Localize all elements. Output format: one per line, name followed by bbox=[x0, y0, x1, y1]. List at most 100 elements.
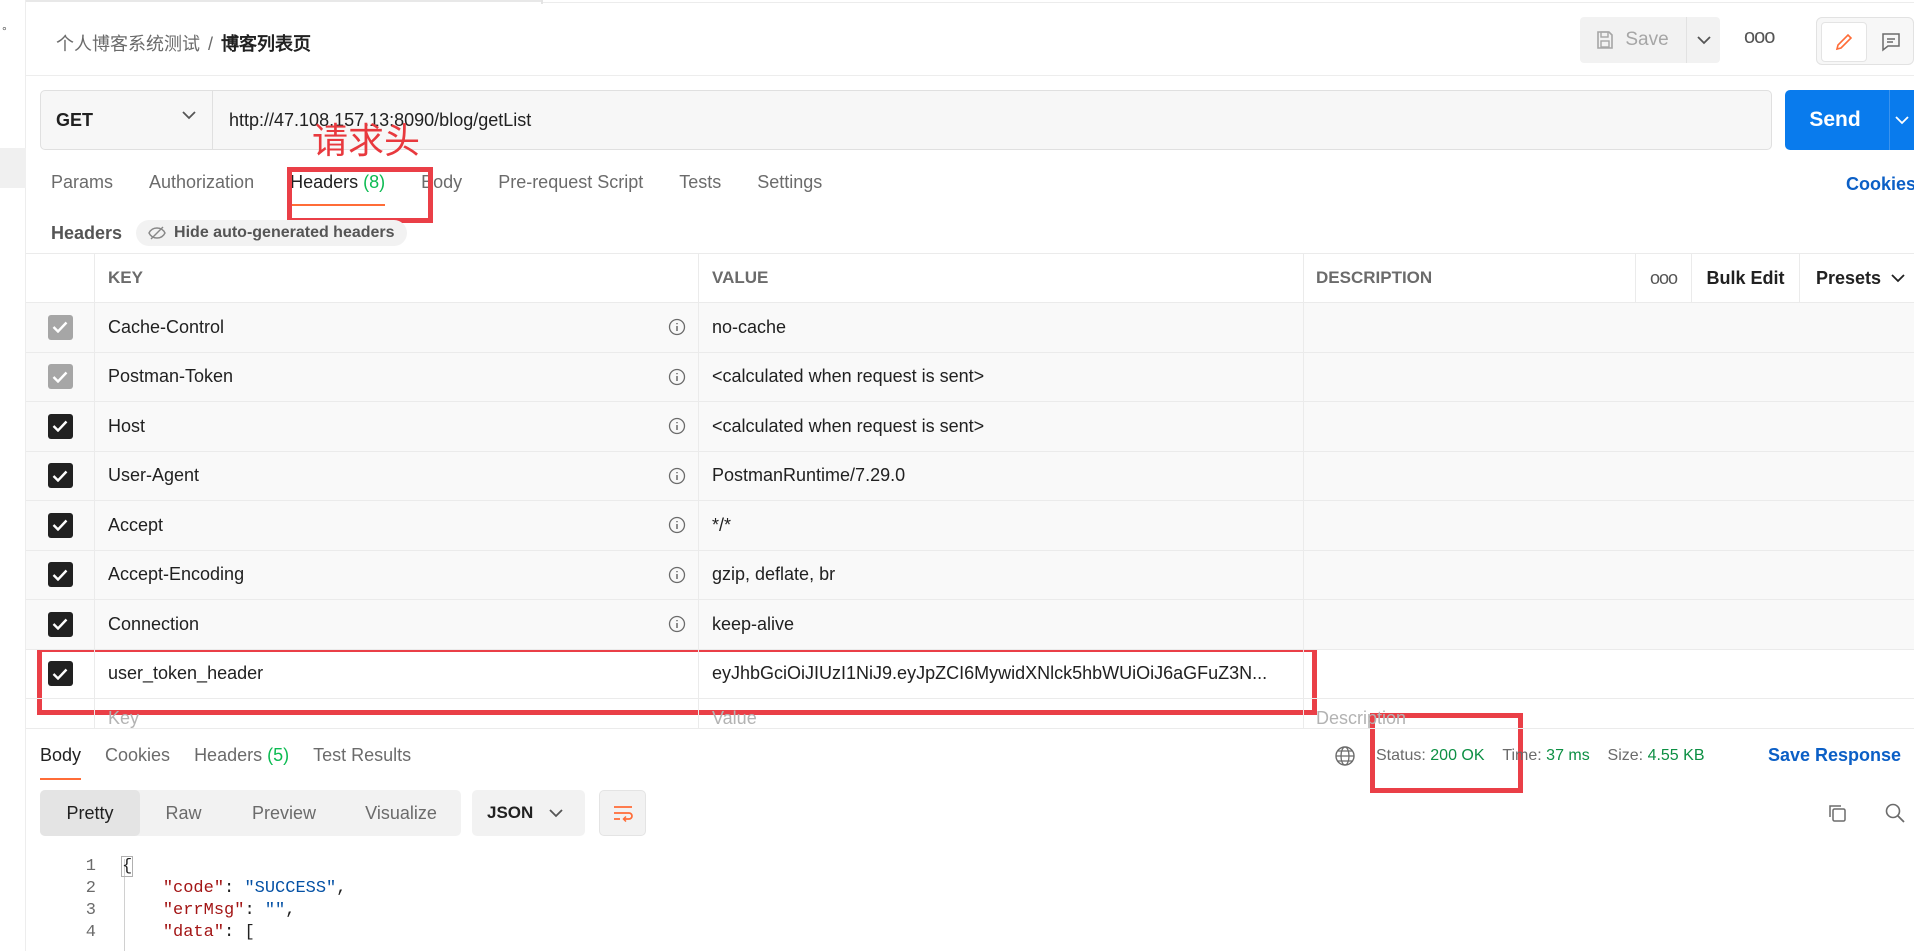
save-icon bbox=[1597, 31, 1614, 49]
format-visualize[interactable]: Visualize bbox=[341, 790, 461, 836]
more-actions-button[interactable]: ooo bbox=[1744, 26, 1775, 49]
headers-subbar: Headers Hide auto-generated headers bbox=[51, 218, 407, 248]
status-label: Status: bbox=[1376, 747, 1426, 764]
response-tab-headers[interactable]: Headers (5) bbox=[194, 745, 289, 766]
info-icon[interactable] bbox=[668, 566, 686, 584]
chevron-down-icon bbox=[1891, 273, 1905, 282]
send-button-group: Send bbox=[1785, 90, 1914, 150]
row-checkbox[interactable] bbox=[47, 463, 73, 489]
copy-icon[interactable] bbox=[1826, 802, 1848, 824]
presets-dropdown[interactable]: Presets bbox=[1800, 254, 1914, 302]
tab-settings[interactable]: Settings bbox=[757, 172, 822, 202]
row-checkbox[interactable] bbox=[47, 661, 73, 687]
header-key: User-Agent bbox=[108, 465, 200, 486]
header-key-input[interactable]: user_token_header bbox=[95, 649, 699, 698]
header-key: Connection bbox=[108, 613, 200, 634]
json-value: "SUCCESS" bbox=[244, 879, 337, 898]
eye-off-icon bbox=[148, 226, 166, 240]
row-checkbox[interactable] bbox=[47, 314, 73, 340]
tab-strip-line bbox=[543, 2, 1914, 3]
breadcrumb-request-name[interactable]: 博客列表页 bbox=[221, 34, 311, 54]
method-label: GET bbox=[56, 109, 94, 130]
checkmark-icon bbox=[52, 519, 68, 532]
format-preview[interactable]: Preview bbox=[227, 790, 341, 836]
search-icon[interactable] bbox=[1884, 802, 1906, 824]
format-switcher: Pretty Raw Preview Visualize bbox=[40, 790, 461, 836]
response-tab-test-results[interactable]: Test Results bbox=[313, 745, 411, 766]
row-checkbox[interactable] bbox=[47, 512, 73, 538]
header-value: <calculated when request is sent> bbox=[699, 402, 1304, 451]
info-icon[interactable] bbox=[668, 467, 686, 485]
checkmark-icon bbox=[52, 668, 68, 680]
code-line: "errMsg": "", bbox=[122, 901, 296, 920]
new-description-input[interactable]: Description bbox=[1304, 699, 1914, 729]
header-value: PostmanRuntime/7.29.0 bbox=[699, 451, 1304, 500]
edit-mode-button[interactable] bbox=[1821, 22, 1867, 62]
row-checkbox[interactable] bbox=[47, 364, 73, 390]
response-tab-body[interactable]: Body bbox=[40, 745, 82, 780]
row-checkbox[interactable] bbox=[47, 562, 73, 588]
checkbox-cell bbox=[26, 550, 95, 599]
header-key-cell: Cache-Control bbox=[95, 303, 699, 352]
format-raw[interactable]: Raw bbox=[140, 790, 227, 836]
info-icon[interactable] bbox=[668, 516, 686, 534]
response-toolbar: Pretty Raw Preview Visualize JSON bbox=[26, 790, 1914, 840]
header-key: Cache-Control bbox=[108, 316, 225, 337]
code-line: "data": [ bbox=[122, 923, 255, 942]
info-icon[interactable] bbox=[668, 417, 686, 435]
method-select[interactable]: GET bbox=[41, 91, 213, 149]
send-button[interactable]: Send bbox=[1785, 90, 1885, 150]
content-type-dropdown[interactable]: JSON bbox=[472, 790, 585, 836]
header-description bbox=[1304, 452, 1914, 501]
tab-authorization[interactable]: Authorization bbox=[149, 172, 254, 202]
comment-mode-button[interactable] bbox=[1871, 22, 1911, 62]
pencil-icon bbox=[1835, 33, 1853, 51]
header-description bbox=[1304, 353, 1914, 402]
hide-auto-generated-headers-button[interactable]: Hide auto-generated headers bbox=[136, 220, 407, 246]
json-end: [ bbox=[244, 923, 255, 942]
cookies-link[interactable]: Cookies bbox=[1846, 174, 1914, 195]
tab-params[interactable]: Params bbox=[51, 172, 113, 202]
globe-icon[interactable] bbox=[1334, 745, 1356, 767]
save-response-button[interactable]: Save Response bbox=[1768, 745, 1901, 766]
status-value[interactable]: 200 OK bbox=[1430, 747, 1484, 765]
new-value-input[interactable]: Value bbox=[699, 699, 1304, 729]
tab-label: Params bbox=[51, 172, 114, 192]
size-value[interactable]: 4.55 KB bbox=[1648, 747, 1705, 765]
new-key-input[interactable]: Key bbox=[95, 699, 699, 729]
response-body-code[interactable]: 1 { 2 "code": "SUCCESS", 3 "errMsg": "",… bbox=[26, 853, 1914, 951]
json-key: "code" bbox=[162, 879, 225, 898]
info-icon[interactable] bbox=[668, 318, 686, 336]
send-options-button[interactable] bbox=[1889, 90, 1914, 150]
chevron-down-icon bbox=[1696, 35, 1711, 44]
checkmark-icon bbox=[52, 618, 68, 631]
info-icon[interactable] bbox=[668, 368, 686, 386]
response-tab-cookies[interactable]: Cookies bbox=[105, 745, 170, 766]
save-button[interactable]: Save bbox=[1580, 17, 1684, 63]
row-checkbox[interactable] bbox=[47, 611, 73, 637]
table-row: Cache-Control no-cache bbox=[26, 303, 1914, 353]
tab-tests[interactable]: Tests bbox=[679, 172, 721, 202]
format-pretty[interactable]: Pretty bbox=[40, 790, 140, 836]
checkbox-cell bbox=[26, 501, 95, 550]
time-value[interactable]: 37 ms bbox=[1546, 747, 1590, 765]
tab-pre-request-script[interactable]: Pre-request Script bbox=[498, 172, 643, 202]
save-options-button[interactable] bbox=[1686, 17, 1720, 63]
row-checkbox[interactable] bbox=[47, 413, 73, 439]
header-description-input[interactable] bbox=[1304, 650, 1914, 699]
breadcrumb-collection[interactable]: 个人博客系统测试 bbox=[56, 34, 200, 54]
table-more-button[interactable]: ooo bbox=[1636, 254, 1692, 302]
header-key-cell: Accept bbox=[95, 501, 699, 550]
info-icon[interactable] bbox=[668, 615, 686, 633]
bulk-edit-button[interactable]: Bulk Edit bbox=[1692, 254, 1800, 302]
checkmark-icon bbox=[52, 569, 68, 581]
header-key-cell: User-Agent bbox=[95, 451, 699, 500]
header-description bbox=[1304, 600, 1914, 649]
wrap-lines-button[interactable] bbox=[599, 790, 646, 836]
url-input[interactable] bbox=[214, 91, 1764, 149]
headers-table: KEY VALUE DESCRIPTION ooo Bulk Edit Pres… bbox=[26, 253, 1914, 729]
header-value-input[interactable]: eyJhbGciOiJIUzI1NiJ9.eyJpZCI6MywidXNlck5… bbox=[699, 649, 1304, 698]
header-description bbox=[1304, 303, 1914, 352]
checkbox-cell bbox=[26, 451, 95, 500]
url-bar: GET bbox=[40, 90, 1772, 150]
